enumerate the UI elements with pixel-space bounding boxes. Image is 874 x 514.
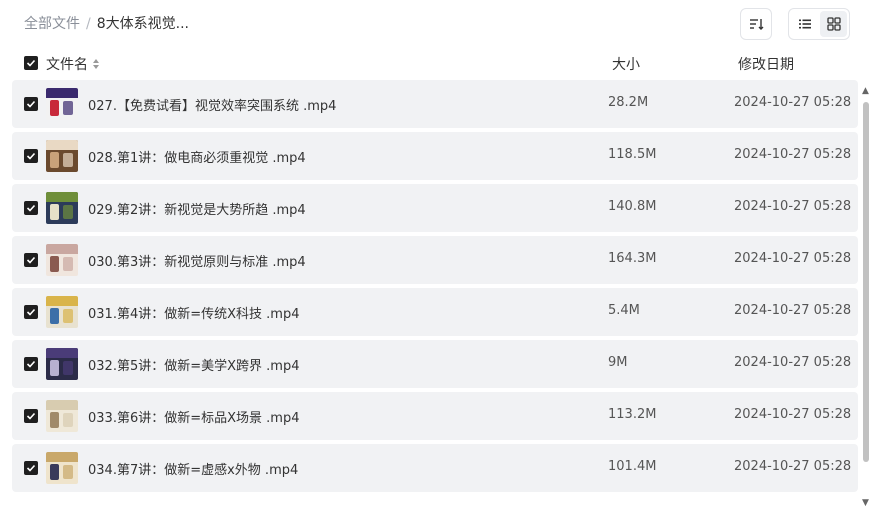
file-size: 118.5M	[608, 147, 657, 162]
check-icon	[26, 256, 36, 264]
video-thumbnail[interactable]	[46, 452, 78, 484]
file-row[interactable]: 033.第6讲：做新=标品X场景 .mp4 113.2M 2024-10-27 05…	[12, 392, 858, 440]
file-name[interactable]: 030.第3讲：新视觉原则与标准 .mp4	[88, 251, 306, 270]
check-icon	[26, 360, 36, 368]
file-checkbox[interactable]	[24, 357, 38, 371]
breadcrumb-root[interactable]: 全部文件	[24, 16, 80, 32]
file-name[interactable]: 033.第6讲：做新=标品X场景 .mp4	[88, 407, 299, 426]
breadcrumb-current: 8大体系视觉...	[96, 16, 189, 32]
video-thumbnail[interactable]	[46, 88, 78, 120]
thumbnail-image	[46, 452, 78, 484]
file-size: 140.8M	[608, 199, 657, 214]
file-modified-date: 2024-10-27 05:28	[734, 251, 852, 266]
thumbnail-image	[46, 244, 78, 276]
file-row[interactable]: 029.第2讲：新视觉是大势所趋 .mp4 140.8M 2024-10-27 05…	[12, 184, 858, 232]
file-size: 164.3M	[608, 251, 657, 266]
file-size: 113.2M	[608, 407, 657, 422]
file-row[interactable]: 028.第1讲：做电商必须重视觉 .mp4 118.5M 2024-10-27 05…	[12, 132, 858, 180]
check-icon	[26, 464, 36, 472]
file-checkbox[interactable]	[24, 461, 38, 475]
file-modified-date: 2024-10-27 05:28	[734, 355, 852, 370]
video-thumbnail[interactable]	[46, 192, 78, 224]
file-row[interactable]: 032.第5讲：做新=美学X跨界 .mp4 9M 2024-10-27 05:28	[12, 340, 858, 388]
table-header: 文件名 大小 修改日期	[0, 52, 874, 76]
video-thumbnail[interactable]	[46, 244, 78, 276]
file-modified-date: 2024-10-27 05:28	[734, 459, 852, 474]
file-name[interactable]: 028.第1讲：做电商必须重视觉 .mp4	[88, 147, 306, 166]
video-thumbnail[interactable]	[46, 348, 78, 380]
scrollbar-thumb[interactable]	[863, 102, 869, 462]
breadcrumb-separator: /	[86, 16, 91, 32]
file-list: 027.【免费试看】视觉效率突围系统 .mp4 28.2M 2024-10-27 0…	[0, 80, 860, 514]
thumbnail-image	[46, 400, 78, 432]
select-all-checkbox[interactable]	[24, 56, 38, 70]
thumbnail-image	[46, 348, 78, 380]
scrollbar[interactable]: ▲ ▼	[860, 86, 872, 508]
thumbnail-image	[46, 296, 78, 328]
breadcrumb: 全部文件 / 8大体系视觉...	[24, 14, 189, 34]
list-view-button[interactable]	[791, 11, 818, 37]
column-header-modified[interactable]: 修改日期	[738, 54, 794, 74]
file-modified-date: 2024-10-27 05:28	[734, 199, 852, 214]
file-size: 5.4M	[608, 303, 640, 318]
check-icon	[26, 100, 36, 108]
file-name[interactable]: 034.第7讲：做新=虚感x外物 .mp4	[88, 459, 298, 478]
file-modified-date: 2024-10-27 05:28	[734, 407, 852, 422]
file-checkbox[interactable]	[24, 409, 38, 423]
thumbnail-image	[46, 140, 78, 172]
scroll-up-icon[interactable]: ▲	[862, 86, 869, 96]
file-row[interactable]: 034.第7讲：做新=虚感x外物 .mp4 101.4M 2024-10-27 05…	[12, 444, 858, 492]
file-name[interactable]: 027.【免费试看】视觉效率突围系统 .mp4	[88, 95, 336, 114]
column-header-name-label: 文件名	[46, 57, 88, 73]
top-bar: 全部文件 / 8大体系视觉...	[0, 0, 874, 48]
file-name[interactable]: 032.第5讲：做新=美学X跨界 .mp4	[88, 355, 299, 374]
file-name[interactable]: 031.第4讲：做新=传统X科技 .mp4	[88, 303, 299, 322]
file-size: 28.2M	[608, 95, 649, 110]
check-icon	[26, 152, 36, 160]
file-row[interactable]: 027.【免费试看】视觉效率突围系统 .mp4 28.2M 2024-10-27 0…	[12, 80, 858, 128]
check-icon	[26, 308, 36, 316]
file-size: 101.4M	[608, 459, 657, 474]
file-modified-date: 2024-10-27 05:28	[734, 95, 852, 110]
file-modified-date: 2024-10-27 05:28	[734, 147, 852, 162]
view-toggle	[788, 8, 850, 40]
check-icon	[26, 59, 36, 67]
list-view-icon	[798, 19, 811, 29]
sort-icon	[750, 19, 764, 30]
video-thumbnail[interactable]	[46, 296, 78, 328]
file-checkbox[interactable]	[24, 97, 38, 111]
file-name[interactable]: 029.第2讲：新视觉是大势所趋 .mp4	[88, 199, 306, 218]
scroll-down-icon[interactable]: ▼	[862, 498, 869, 508]
sort-toggle-icon	[93, 59, 99, 69]
thumbnail-image	[46, 192, 78, 224]
thumbnail-image	[46, 88, 78, 120]
file-row[interactable]: 031.第4讲：做新=传统X科技 .mp4 5.4M 2024-10-27 05:2…	[12, 288, 858, 336]
grid-view-button[interactable]	[820, 11, 847, 37]
check-icon	[26, 412, 36, 420]
file-checkbox[interactable]	[24, 149, 38, 163]
file-modified-date: 2024-10-27 05:28	[734, 303, 852, 318]
column-header-size[interactable]: 大小	[612, 54, 640, 74]
file-checkbox[interactable]	[24, 201, 38, 215]
file-row[interactable]: 030.第3讲：新视觉原则与标准 .mp4 164.3M 2024-10-27 05…	[12, 236, 858, 284]
file-checkbox[interactable]	[24, 305, 38, 319]
check-icon	[26, 204, 36, 212]
file-size: 9M	[608, 355, 628, 370]
sort-button[interactable]	[740, 8, 772, 40]
column-header-name[interactable]: 文件名	[46, 54, 100, 74]
video-thumbnail[interactable]	[46, 140, 78, 172]
file-checkbox[interactable]	[24, 253, 38, 267]
video-thumbnail[interactable]	[46, 400, 78, 432]
grid-view-icon	[826, 17, 841, 31]
